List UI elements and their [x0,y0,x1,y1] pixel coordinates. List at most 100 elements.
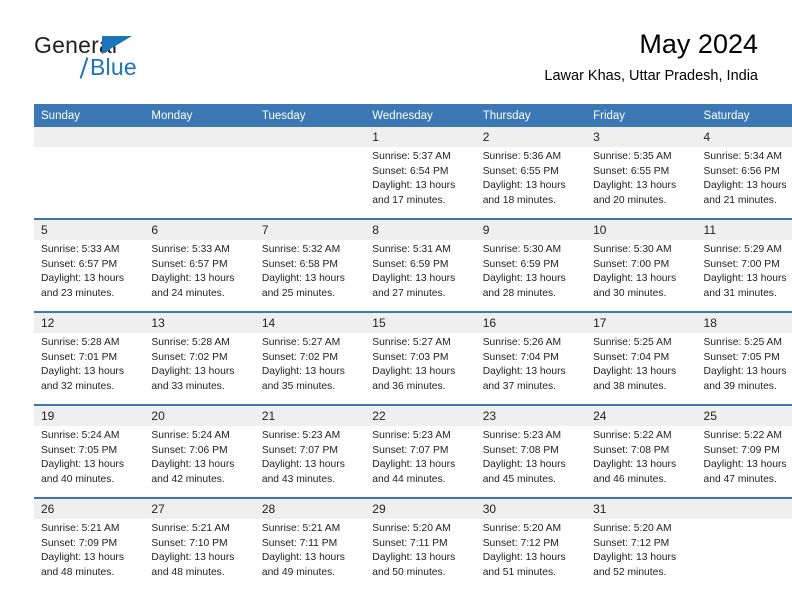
day-number[interactable]: 21 [254,404,366,426]
week-daynumber-row: 12 13 14 15 16 17 18 [34,311,792,333]
day-sun-info: Sunrise: 5:28 AM Sunset: 7:02 PM Daylight:… [144,333,255,405]
day-info-line: Sunset: 7:05 PM [703,351,780,363]
day-number[interactable]: 11 [696,218,792,240]
day-info-line: and 27 minutes. [372,287,446,299]
day-number[interactable]: 18 [696,311,792,333]
day-info-line: and 48 minutes. [151,566,225,578]
day-number[interactable]: 5 [34,218,145,240]
day-info-line: and 36 minutes. [372,380,446,392]
day-info-line: and 35 minutes. [261,380,336,392]
day-info-line: Sunrise: 5:30 AM [593,244,672,255]
day-info-line: Sunset: 7:02 PM [151,351,228,363]
day-info-line: and 52 minutes. [593,566,667,578]
day-info-line: Sunrise: 5:24 AM [151,430,230,441]
day-number[interactable]: 22 [365,404,476,426]
day-number[interactable]: 8 [365,218,476,240]
day-number[interactable]: 30 [475,497,587,519]
day-sun-info: Sunrise: 5:32 AM Sunset: 6:58 PM Daylight:… [254,240,366,312]
day-info-line: Sunset: 7:04 PM [482,351,559,363]
day-number[interactable]: 3 [586,127,697,147]
day-info-line: Daylight: 13 hours [703,366,787,378]
day-info-line: Daylight: 13 hours [372,180,456,192]
day-number[interactable]: 20 [144,404,255,426]
day-number-empty [144,127,255,147]
day-number[interactable]: 15 [365,311,476,333]
day-number-empty [34,127,145,147]
day-number[interactable]: 28 [254,497,366,519]
week-daynumber-row: 19 20 21 22 23 24 25 [34,404,792,426]
day-info-line: Sunset: 7:08 PM [593,444,670,456]
day-sun-info: Sunrise: 5:23 AM Sunset: 7:08 PM Daylight:… [475,426,587,498]
day-info-line: Sunrise: 5:33 AM [151,244,230,255]
day-number[interactable]: 4 [696,127,792,147]
day-number[interactable]: 27 [144,497,255,519]
day-info-line: Sunset: 7:00 PM [593,258,670,270]
day-number[interactable]: 1 [365,127,476,147]
day-info-line: Daylight: 13 hours [593,552,677,564]
day-number[interactable]: 2 [475,127,587,147]
day-info-line: Sunset: 7:00 PM [703,258,780,270]
day-info-line: Sunrise: 5:23 AM [482,430,562,441]
day-sun-info: Sunrise: 5:22 AM Sunset: 7:09 PM Daylight:… [696,426,792,498]
day-number[interactable]: 13 [144,311,255,333]
general-blue-logo[interactable]: General Blue [34,32,264,92]
day-info-line: Daylight: 13 hours [703,273,787,285]
day-info-line: Daylight: 13 hours [41,552,124,564]
day-number[interactable]: 26 [34,497,145,519]
day-info-line: and 18 minutes. [482,194,556,206]
day-info-line: Sunset: 6:57 PM [151,258,228,270]
day-info-line: Sunset: 7:07 PM [261,444,338,456]
day-info-line: Sunrise: 5:20 AM [482,523,562,534]
day-sun-info: Sunrise: 5:30 AM Sunset: 6:59 PM Daylight:… [475,240,587,312]
day-sun-info: Sunrise: 5:27 AM Sunset: 7:03 PM Daylight:… [365,333,476,405]
day-number[interactable]: 7 [254,218,366,240]
page-header: General Blue May 2024 Lawar Khas, Uttar … [34,28,758,98]
day-sun-info: Sunrise: 5:21 AM Sunset: 7:09 PM Daylight:… [34,519,145,590]
day-info-line: and 32 minutes. [41,380,115,392]
day-sun-info: Sunrise: 5:23 AM Sunset: 7:07 PM Daylight:… [254,426,366,498]
day-info-line: Daylight: 13 hours [593,273,677,285]
day-number[interactable]: 9 [475,218,587,240]
week-detail-row: Sunrise: 5:37 AM Sunset: 6:54 PM Daylight:… [34,147,792,219]
day-info-line: Sunrise: 5:23 AM [372,430,451,441]
day-number[interactable]: 10 [586,218,697,240]
day-info-line: and 51 minutes. [482,566,556,578]
day-info-line: Sunrise: 5:27 AM [261,337,341,348]
day-number[interactable]: 31 [586,497,697,519]
day-info-line: Sunrise: 5:30 AM [482,244,562,255]
day-info-line: and 30 minutes. [593,287,667,299]
day-info-line: Daylight: 13 hours [151,552,235,564]
day-number[interactable]: 19 [34,404,145,426]
day-info-line: and 17 minutes. [372,194,446,206]
day-info-line: Sunrise: 5:28 AM [41,337,120,348]
day-number[interactable]: 17 [586,311,697,333]
day-number[interactable]: 24 [586,404,697,426]
day-info-line: Daylight: 13 hours [41,366,124,378]
day-number[interactable]: 25 [696,404,792,426]
day-number[interactable]: 14 [254,311,366,333]
week-detail-row: Sunrise: 5:33 AM Sunset: 6:57 PM Daylight:… [34,240,792,312]
day-info-line: Daylight: 13 hours [261,366,345,378]
day-info-line: and 39 minutes. [703,380,777,392]
day-number[interactable]: 29 [365,497,476,519]
day-sun-info: Sunrise: 5:21 AM Sunset: 7:11 PM Daylight:… [254,519,366,590]
day-number[interactable]: 16 [475,311,587,333]
day-info-line: Sunset: 6:58 PM [261,258,338,270]
day-info-line: Sunset: 6:59 PM [482,258,559,270]
day-info-line: Daylight: 13 hours [372,552,456,564]
day-number[interactable]: 12 [34,311,145,333]
day-info-line: Daylight: 13 hours [593,366,677,378]
day-info-line: Sunrise: 5:21 AM [41,523,120,534]
day-sun-info: Sunrise: 5:30 AM Sunset: 7:00 PM Daylight:… [586,240,697,312]
day-info-line: and 33 minutes. [151,380,225,392]
day-info-line: Sunrise: 5:34 AM [703,151,782,162]
day-sun-info: Sunrise: 5:21 AM Sunset: 7:10 PM Daylight:… [144,519,255,590]
weekday-header-monday: Monday [144,104,255,127]
day-number[interactable]: 23 [475,404,587,426]
calendar-grid: Sunday Monday Tuesday Wednesday Thursday… [34,104,792,590]
day-number[interactable]: 6 [144,218,255,240]
day-info-line: Daylight: 13 hours [261,273,345,285]
day-info-line: and 50 minutes. [372,566,446,578]
day-info-line: Sunrise: 5:26 AM [482,337,562,348]
day-info-line: Daylight: 13 hours [151,459,235,471]
